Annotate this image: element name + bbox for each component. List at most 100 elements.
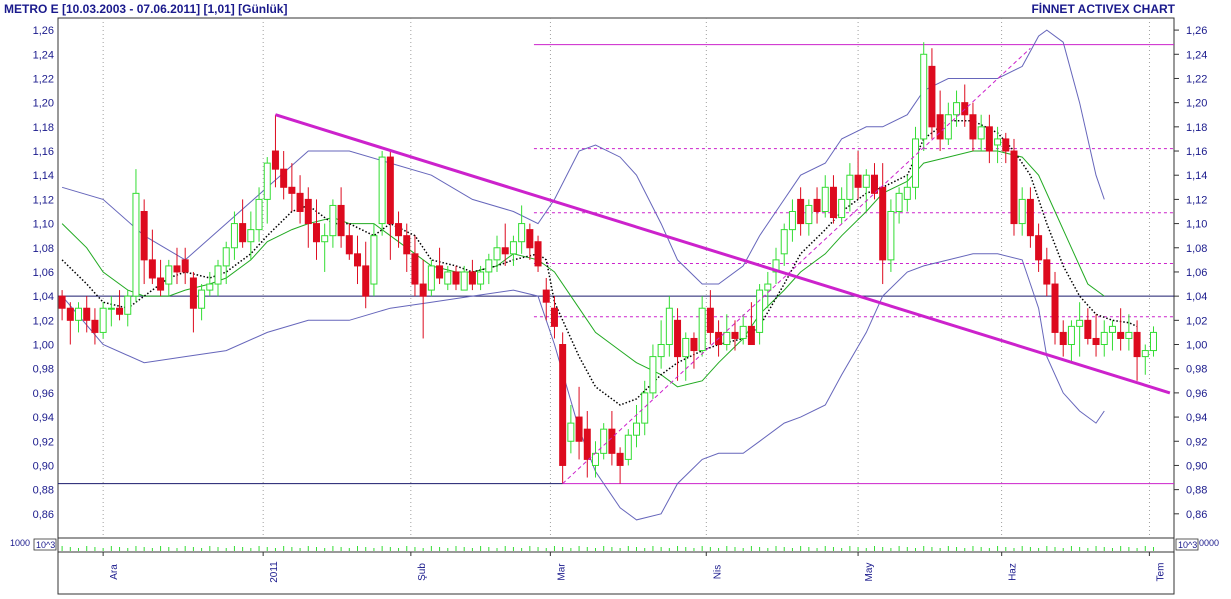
candle-body: [304, 198, 312, 225]
candle-body: [633, 422, 641, 436]
candle-body: [838, 198, 846, 219]
candle-body: [1125, 331, 1133, 339]
candle-body: [362, 265, 370, 297]
candle-body: [928, 65, 936, 128]
candle-body: [124, 295, 132, 315]
y-tick-label-right: 0,92: [1186, 436, 1207, 448]
y-tick-label-left: 0,90: [33, 460, 54, 472]
candle-body: [312, 223, 320, 243]
candle-body: [509, 241, 517, 255]
candle-body: [912, 138, 920, 188]
candle-body: [788, 210, 796, 231]
candle-body: [132, 192, 140, 297]
candle-body: [173, 265, 181, 273]
candle-body: [1018, 198, 1026, 225]
y-tick-label-right: 1,16: [1186, 146, 1207, 158]
y-tick-label-right: 1,26: [1186, 25, 1207, 37]
candle-body: [296, 192, 304, 212]
candle-body: [829, 186, 837, 219]
y-tick-label-right: 1,08: [1186, 243, 1207, 255]
candle-body: [1067, 325, 1075, 346]
y-tick-label-left: 1,04: [33, 291, 54, 303]
x-tick-label: Haz: [1008, 563, 1019, 581]
candle-body: [263, 162, 271, 200]
candle-body: [91, 319, 99, 333]
candle-body: [657, 344, 665, 358]
candle-body: [1108, 325, 1116, 333]
candle-body: [427, 265, 435, 291]
volume-left-label: 1000: [10, 538, 30, 548]
candle-body: [813, 198, 821, 212]
candle-body: [731, 331, 739, 339]
candle-body: [624, 434, 632, 460]
candle-body: [747, 325, 755, 346]
volume-panel: [57, 537, 1175, 553]
candle-body: [337, 204, 345, 237]
candle-body: [608, 428, 616, 454]
candle-body: [698, 307, 706, 352]
candle-body: [395, 223, 403, 237]
volume-left-unit: 10^3: [36, 540, 55, 550]
candle-body: [460, 271, 468, 291]
candle-body: [411, 253, 419, 285]
y-tick-label-left: 1,08: [33, 243, 54, 255]
candle-body: [255, 198, 263, 231]
x-tick-label: Tem: [1155, 563, 1166, 582]
candle-body: [206, 283, 214, 291]
candle-body: [116, 307, 124, 315]
candle-body: [280, 168, 288, 188]
y-tick-label-left: 1,10: [33, 219, 54, 231]
y-tick-label-right: 0,94: [1186, 412, 1207, 424]
candle-body: [518, 223, 526, 243]
candle-body: [321, 235, 329, 243]
candle-body: [887, 210, 895, 261]
candle-body: [1117, 331, 1125, 339]
y-tick-label-left: 1,24: [33, 49, 54, 61]
candle-body: [895, 192, 903, 212]
candle-body: [1002, 138, 1010, 152]
candle-body: [862, 174, 870, 188]
candle-body: [616, 452, 624, 466]
candle-body: [903, 186, 911, 200]
y-tick-label-left: 0,88: [33, 485, 54, 497]
candle-body: [1149, 331, 1157, 352]
candle-body: [214, 265, 222, 285]
y-tick-label-left: 0,86: [33, 509, 54, 521]
candle-body: [1043, 259, 1051, 285]
candle-body: [75, 307, 83, 321]
candle-body: [1092, 337, 1100, 346]
y-tick-label-left: 1,14: [33, 170, 54, 182]
y-axis-right: 0,86 0,88 0,90 0,92 0,94 0,96 0,98 1,00 1,02 1,04…: [1174, 25, 1207, 521]
candle-body: [846, 174, 854, 200]
candle-body: [797, 198, 805, 225]
volume-right-label: 0000: [1199, 538, 1219, 548]
candle-body: [452, 271, 460, 285]
candle-body: [345, 235, 353, 255]
candle-body: [994, 138, 1002, 146]
candle-body: [690, 337, 698, 352]
candle-body: [953, 102, 961, 116]
y-tick-label-right: 1,14: [1186, 170, 1207, 182]
candle-body: [66, 307, 74, 321]
candle-body: [1010, 150, 1018, 225]
candle-body: [723, 331, 731, 346]
y-tick-label-right: 1,06: [1186, 267, 1207, 279]
y-tick-label-right: 1,02: [1186, 315, 1207, 327]
y-tick-label-right: 1,22: [1186, 73, 1207, 85]
y-tick-label-left: 1,12: [33, 194, 54, 206]
candle-body: [1051, 283, 1059, 333]
candle-body: [559, 344, 567, 466]
y-tick-label-right: 1,10: [1186, 219, 1207, 231]
y-tick-label-right: 1,20: [1186, 98, 1207, 110]
candle-body: [222, 247, 230, 267]
candle-body: [493, 247, 501, 261]
candle-body: [444, 271, 452, 285]
candle-body: [591, 452, 599, 466]
candle-body: [1084, 319, 1092, 339]
candle-body: [641, 392, 649, 424]
candle-body: [977, 126, 985, 140]
volume-right-unit: 10^3: [1178, 540, 1197, 550]
candle-body: [1059, 331, 1067, 346]
y-tick-label-right: 0,88: [1186, 485, 1207, 497]
candle-body: [936, 114, 944, 140]
